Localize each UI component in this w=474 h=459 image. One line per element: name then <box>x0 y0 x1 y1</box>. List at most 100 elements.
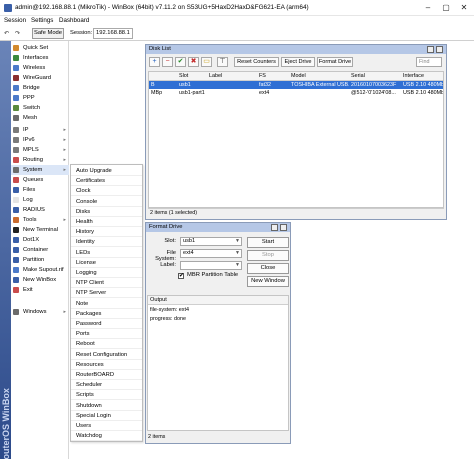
safe-mode-button[interactable]: Safe Mode <box>32 28 64 39</box>
sidebar-item-bridge[interactable]: Bridge <box>11 83 69 93</box>
menu-item-license[interactable]: License <box>71 258 142 268</box>
sidebar-item-windows[interactable]: Windows ▸ <box>11 307 69 317</box>
sidebar-item-tools[interactable]: Tools ▸ <box>11 215 69 225</box>
menu-dashboard[interactable]: Dashboard <box>59 17 89 24</box>
menu-item-clock[interactable]: Clock <box>71 186 142 197</box>
col-serial[interactable]: Serial <box>351 72 401 81</box>
col-interface[interactable]: Interface <box>403 72 443 81</box>
menu-item-identity[interactable]: Identity <box>71 237 142 248</box>
menu-item-console[interactable]: Console <box>71 197 142 207</box>
sidebar-item-wireless[interactable]: Wireless <box>11 63 69 73</box>
sidebar-item-switch[interactable]: Switch <box>11 103 69 113</box>
reset-counters-button[interactable]: Reset Counters <box>234 57 279 67</box>
menu-session[interactable]: Session <box>4 17 26 24</box>
sidebar-item-ppp[interactable]: PPP <box>11 93 69 103</box>
redo-icon[interactable]: ↷ <box>15 29 20 39</box>
col-slot[interactable]: Slot <box>179 72 207 81</box>
sidebar-item-new-winbox[interactable]: New WinBox <box>11 275 69 285</box>
menu-item-password[interactable]: Password <box>71 319 142 329</box>
undo-icon[interactable]: ↶ <box>4 29 9 39</box>
eject-drive-button[interactable]: Eject Drive <box>281 57 315 67</box>
menu-item-special-login[interactable]: Special Login <box>71 411 142 421</box>
sidebar-item-routing[interactable]: Routing ▸ <box>11 155 69 165</box>
sidebar-item-mpls[interactable]: MPLS ▸ <box>11 145 69 155</box>
close-button[interactable]: Close <box>247 263 289 274</box>
sidebar-item-ip[interactable]: IP ▸ <box>11 125 69 135</box>
menu-item-health[interactable]: Health <box>71 217 142 227</box>
col-label[interactable]: Label <box>209 72 257 81</box>
chevron-right-icon: ▸ <box>63 167 66 173</box>
menu-item-ports[interactable]: Ports <box>71 329 142 340</box>
menu-item-auto-upgrade[interactable]: Auto Upgrade <box>71 166 142 176</box>
menu-item-users[interactable]: Users <box>71 421 142 431</box>
list-item[interactable]: progress: done <box>150 316 186 322</box>
sidebar-item-mesh[interactable]: Mesh <box>11 113 69 123</box>
file-system-select[interactable]: ext4 ▼ <box>180 249 242 258</box>
sidebar-item-log[interactable]: Log <box>11 195 69 205</box>
window-close-icon[interactable] <box>436 46 443 53</box>
menu-item-ntp-server[interactable]: NTP Server <box>71 288 142 299</box>
sidebar-item-radius[interactable]: RADIUS <box>11 205 69 215</box>
sidebar-item-wireguard[interactable]: WireGuard <box>11 73 69 83</box>
slot-select[interactable]: usb1 ▼ <box>180 237 242 246</box>
menu-item-reset-configuration[interactable]: Reset Configuration <box>71 350 142 360</box>
sidebar-item-quick-set[interactable]: Quick Set <box>11 43 69 53</box>
menu-item-note[interactable]: Note <box>71 299 142 309</box>
remove-icon[interactable]: − <box>162 57 173 67</box>
menu-item-disks[interactable]: Disks <box>71 207 142 217</box>
sidebar-item-container[interactable]: Container <box>11 245 69 255</box>
menu-item-ntp-client[interactable]: NTP Client <box>71 278 142 289</box>
stop-button[interactable]: Stop <box>247 250 289 261</box>
add-icon[interactable]: + <box>149 57 160 67</box>
table-row[interactable]: B usb1 fat32 TOSHIBA External USB... 201… <box>149 81 443 89</box>
menu-item-scheduler[interactable]: Scheduler <box>71 380 142 391</box>
sidebar-item-exit[interactable]: Exit <box>11 285 69 295</box>
menu-item-scripts[interactable]: Scripts <box>71 390 142 401</box>
session-field[interactable]: 192.168.88.1 <box>93 28 133 39</box>
sidebar-item-system[interactable]: System ▸ <box>11 165 69 175</box>
menu-settings[interactable]: Settings <box>31 17 53 24</box>
system-submenu: Auto Upgrade Certificates Clock Console Disk… <box>70 164 143 442</box>
enable-icon[interactable]: ✔ <box>175 57 186 67</box>
menu-item-routerboard[interactable]: RouterBOARD <box>71 370 142 380</box>
sidebar-item-partition[interactable]: Partition <box>11 255 69 265</box>
window-restore-icon[interactable] <box>271 224 278 231</box>
maximize-icon[interactable]: ▢ <box>438 2 454 14</box>
sidebar-item-interfaces[interactable]: Interfaces <box>11 53 69 63</box>
table-row[interactable]: MBp usb1-part1 ext4 @512-'0'1024'08... U… <box>149 89 443 97</box>
col-model[interactable]: Model <box>291 72 349 81</box>
menu-item-reboot[interactable]: Reboot <box>71 339 142 350</box>
sidebar-item-ipv6[interactable]: IPv6 ▸ <box>11 135 69 145</box>
col-fs[interactable]: FS <box>259 72 289 81</box>
close-icon[interactable]: ✕ <box>456 2 472 14</box>
start-button[interactable]: Start <box>247 237 289 248</box>
filter-icon[interactable]: ⊤ <box>217 57 228 67</box>
menu-item-leds[interactable]: LEDs <box>71 248 142 258</box>
menu-item-resources[interactable]: Resources <box>71 360 142 370</box>
menu-item-packages[interactable]: Packages <box>71 309 142 319</box>
sidebar-item-queues[interactable]: Queues <box>11 175 69 185</box>
format-drive-titlebar[interactable]: Format Drive <box>146 223 290 232</box>
sidebar-item-make-supout-rif[interactable]: Make Supout.rif <box>11 265 69 275</box>
sidebar-item-new-terminal[interactable]: New Terminal <box>11 225 69 235</box>
mbr-checkbox[interactable]: ✔ <box>178 273 184 279</box>
menu-item-certificates[interactable]: Certificates <box>71 176 142 187</box>
sidebar-item-dot1x[interactable]: Dot1X <box>11 235 69 245</box>
window-restore-icon[interactable] <box>427 46 434 53</box>
list-item[interactable]: file-system: ext4 <box>150 307 189 313</box>
comment-icon[interactable]: ▭ <box>201 57 212 67</box>
disk-list-titlebar[interactable]: Disk List <box>146 45 446 54</box>
sidebar-item-files[interactable]: Files <box>11 185 69 195</box>
label-input[interactable]: ▼ <box>180 261 242 270</box>
find-input[interactable]: Find <box>416 57 442 67</box>
menu-item-history[interactable]: History <box>71 227 142 238</box>
window-close-icon[interactable] <box>280 224 287 231</box>
disable-icon[interactable]: ✖ <box>188 57 199 67</box>
menu-item-watchdog[interactable]: Watchdog <box>71 431 142 442</box>
output-header[interactable]: Output <box>148 296 288 305</box>
minimize-icon[interactable]: – <box>420 2 436 14</box>
menu-item-shutdown[interactable]: Shutdown <box>71 401 142 411</box>
format-drive-button[interactable]: Format Drive <box>317 57 353 67</box>
menu-item-logging[interactable]: Logging <box>71 268 142 278</box>
new-window-button[interactable]: New Window <box>247 276 289 287</box>
